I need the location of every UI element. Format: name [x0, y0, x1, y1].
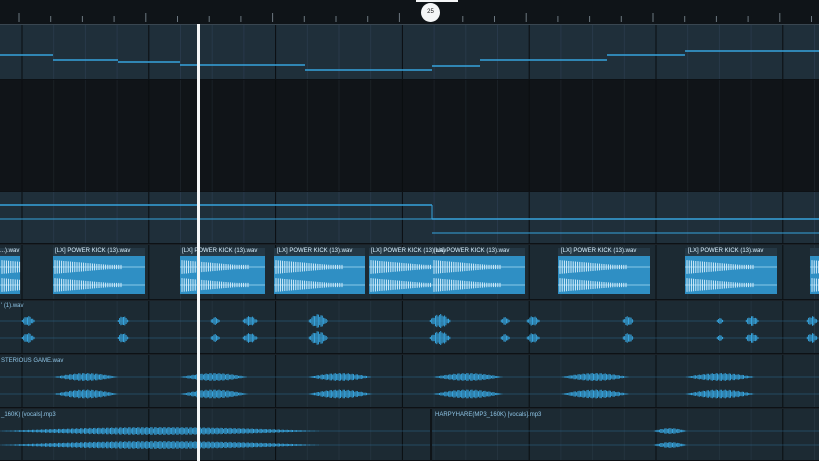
waveform-hit: [716, 335, 725, 341]
track-label: HARPYHARE(MP3_160K) [vocals].mp3: [435, 412, 542, 418]
position-marker[interactable]: 25: [421, 3, 440, 22]
game-waveform[interactable]: [0, 355, 819, 408]
clip-label: [LX] POWER KICK (13).wav: [688, 248, 764, 254]
audio-clip: [369, 256, 432, 294]
waveform-phrase: [180, 389, 249, 399]
track-perc[interactable]: ' (1).wav: [0, 301, 819, 354]
track-label: STERIOUS GAME.wav: [1, 358, 64, 364]
marker-flag: [416, 0, 458, 2]
track-label: _160K) [vocals].mp3: [1, 412, 56, 418]
waveform-vocal: [653, 442, 688, 448]
audio-clip: [274, 256, 365, 294]
audio-clip: [558, 256, 650, 294]
waveform-vocal: [2, 441, 319, 449]
waveform-vocal: [653, 428, 688, 434]
automation-lane-tempo[interactable]: [0, 25, 819, 80]
automation-lane-volume[interactable]: [0, 192, 819, 244]
ruler-ticks: [18, 13, 812, 22]
grid-lines: [0, 80, 819, 192]
clip-label: [LX] POWER KICK (13).wav: [277, 248, 353, 254]
track-label: ' (1).wav: [1, 303, 24, 309]
track-vocals[interactable]: _160K) [vocals].mp3 HARPYHARE(MP3_160K) …: [0, 409, 819, 461]
audio-clip: [685, 256, 777, 294]
perc-waveform[interactable]: [0, 301, 819, 354]
waveform-phrase: [180, 373, 247, 381]
clip-label: [LX] POWER KICK (13).wav: [434, 248, 510, 254]
audio-clip: [53, 256, 145, 294]
playhead-line[interactable]: [197, 24, 200, 461]
waveform-phrase: [561, 389, 630, 399]
waveform-vocal: [2, 427, 319, 435]
audio-clip: [432, 256, 525, 294]
vocals-waveform[interactable]: [0, 409, 819, 461]
waveform-phrase: [561, 373, 630, 381]
clip-label: ...).wav: [0, 248, 20, 254]
track-kick[interactable]: ...).wav [LX] POWER KICK (13).wav [LX] P…: [0, 245, 819, 300]
clip-header: [810, 248, 819, 256]
clip-label: [LX] POWER KICK (13).wav: [561, 248, 637, 254]
waveform-hit: [716, 318, 725, 324]
timeline-ruler[interactable]: 25: [0, 0, 819, 25]
clip-label: [LX] POWER KICK (13).wav: [182, 248, 258, 254]
automation-curve[interactable]: [0, 192, 819, 244]
track-game[interactable]: STERIOUS GAME.wav: [0, 355, 819, 408]
automation-curve[interactable]: [0, 25, 819, 80]
empty-pattern-lane[interactable]: [0, 80, 819, 192]
clip-boundary: [430, 409, 432, 461]
clip-label: [LX] POWER KICK (13).wav: [55, 248, 131, 254]
